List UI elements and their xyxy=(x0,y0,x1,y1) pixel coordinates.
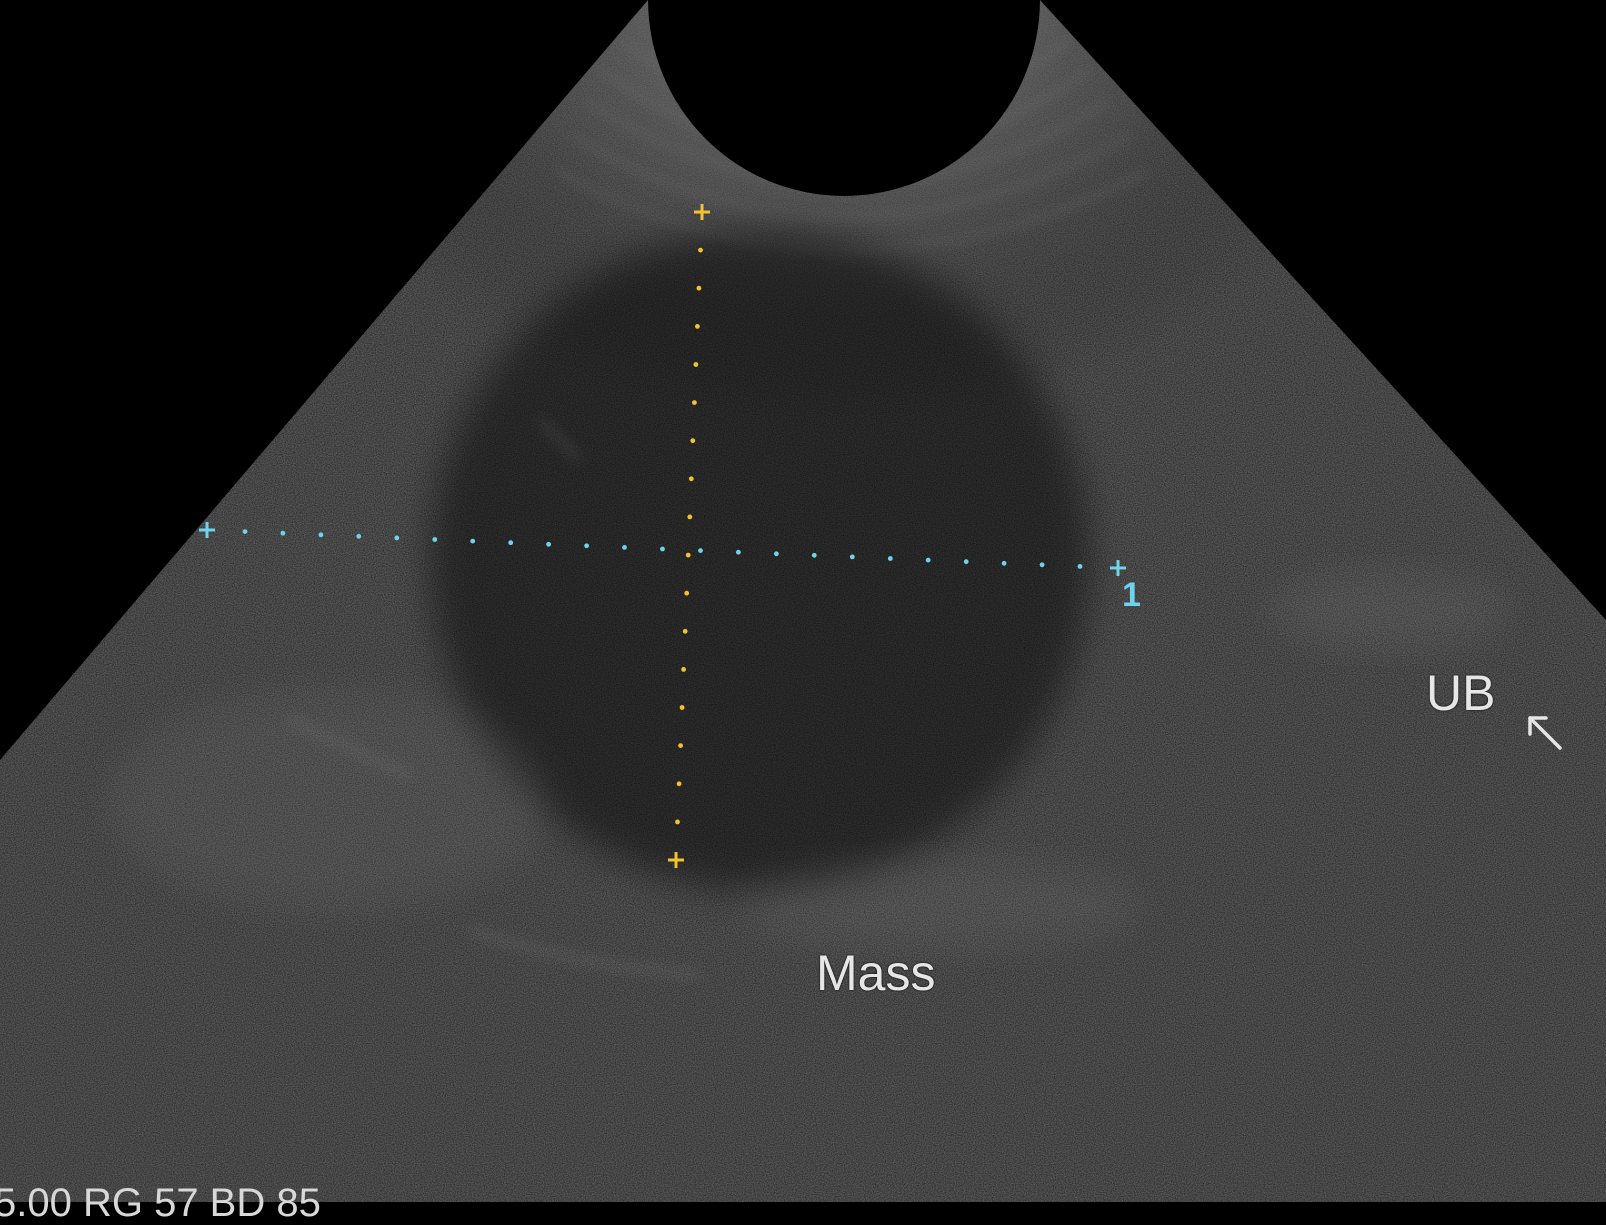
caliper-horizontal-dot xyxy=(1001,560,1007,566)
caliper-horizontal-dot xyxy=(280,530,286,536)
caliper-vertical-dot xyxy=(678,743,683,748)
caliper-vertical-dot xyxy=(687,514,693,520)
caliper-vertical-dot xyxy=(682,628,688,634)
caliper-vertical-dot xyxy=(679,705,685,710)
caliper-horizontal-dot xyxy=(774,551,779,557)
caliper-horizontal-dot xyxy=(736,549,741,555)
caliper-horizontal-dot xyxy=(432,537,438,542)
caliper-horizontal-dot xyxy=(963,559,969,565)
caliper-horizontal-dot xyxy=(622,545,627,550)
caliper-vertical-dot xyxy=(693,362,699,367)
scan-parameters-readout: 5.00 RG 57 BD 85 xyxy=(0,1181,321,1225)
caliper-horizontal-dot xyxy=(887,556,893,561)
caliper-horizontal-dot xyxy=(242,529,248,534)
caliper-vertical-dot xyxy=(688,476,694,482)
caliper-vertical-dot xyxy=(676,781,682,787)
caliper-horizontal-dot xyxy=(546,541,551,547)
caliper-horizontal-dot xyxy=(660,546,665,552)
caliper-horizontal-dot xyxy=(356,533,362,539)
caliper-id-label: 1 xyxy=(1122,576,1141,614)
ultrasound-viewport: 1 Mass UB 5.00 RG 57 BD 85 xyxy=(0,0,1606,1223)
caliper-vertical-dot xyxy=(692,400,697,405)
caliper-horizontal-dot xyxy=(849,554,855,560)
scan-sector xyxy=(0,0,1606,1202)
caliper-horizontal-dot xyxy=(1039,562,1045,568)
arrow-up-left-icon xyxy=(1528,716,1562,750)
mass-annotation: Mass xyxy=(816,945,936,1001)
caliper-vertical-dot xyxy=(675,819,680,825)
caliper-vertical-dot xyxy=(690,438,696,444)
caliper-vertical-dot xyxy=(695,324,700,329)
caliper-horizontal-dot xyxy=(318,532,324,538)
caliper-vertical-dot xyxy=(681,667,686,672)
caliper-horizontal-dot xyxy=(925,557,931,563)
ultrasound-scan-image xyxy=(0,0,1606,1202)
caliper-horizontal-dot xyxy=(584,543,589,549)
caliper-vertical-dot xyxy=(698,247,703,253)
caliper-horizontal-dot xyxy=(1077,564,1083,569)
caliper-vertical-dot xyxy=(696,285,702,291)
caliper-vertical-dot xyxy=(684,590,690,596)
caliper-horizontal-dot xyxy=(698,548,703,553)
ub-annotation: UB xyxy=(1426,665,1496,721)
caliper-horizontal-dot xyxy=(470,538,476,544)
caliper-horizontal-dot xyxy=(508,540,514,546)
caliper-horizontal-dot xyxy=(394,535,400,541)
caliper-horizontal-dot xyxy=(811,552,817,558)
caliper-vertical-dot xyxy=(685,552,691,558)
